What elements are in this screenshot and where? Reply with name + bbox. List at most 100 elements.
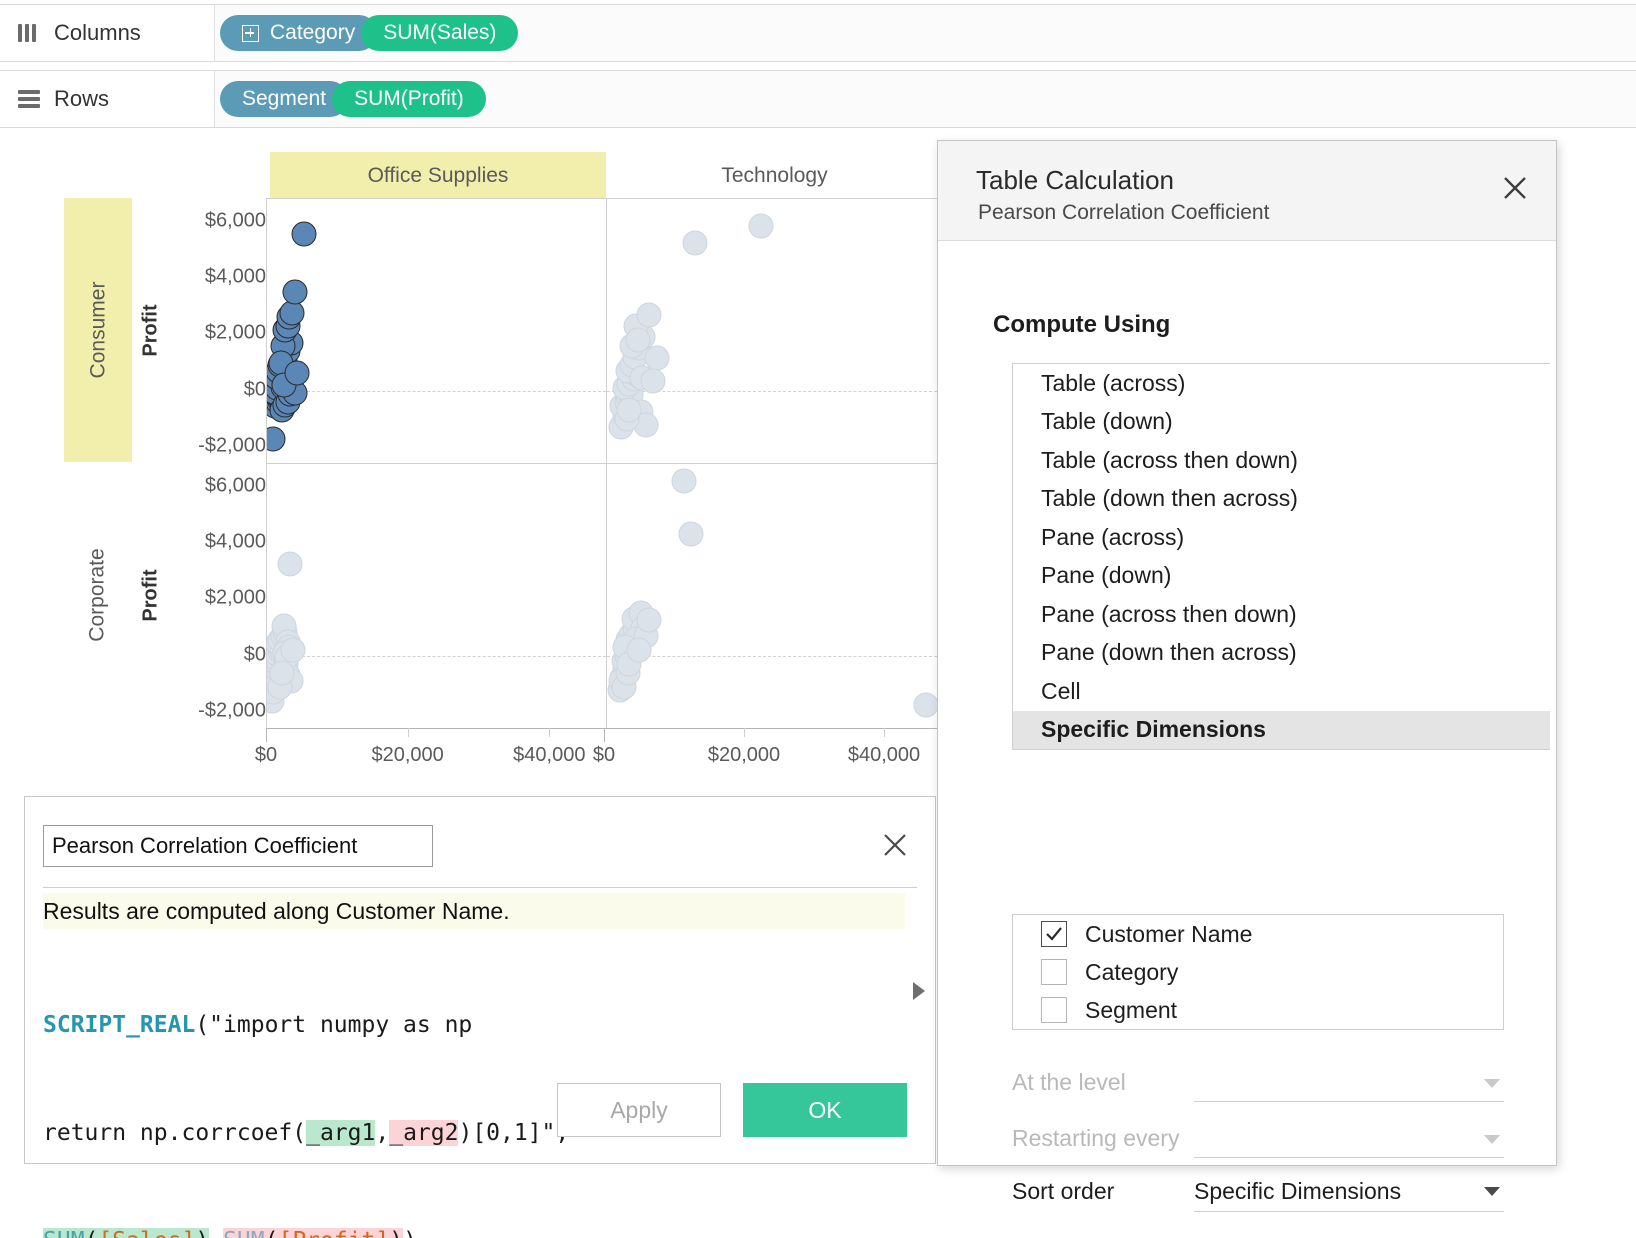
zero-reference-line bbox=[267, 391, 606, 392]
scatter-mark[interactable] bbox=[266, 426, 286, 451]
scatter-mark[interactable] bbox=[672, 468, 697, 493]
scatter-mark[interactable] bbox=[280, 638, 305, 663]
x-tick-label: $40,000 bbox=[513, 744, 585, 767]
row-header-corporate[interactable]: Corporate bbox=[64, 463, 132, 727]
chevron-down-icon[interactable] bbox=[1484, 1079, 1500, 1088]
rows-icon bbox=[18, 90, 40, 108]
x-pane-separator bbox=[266, 728, 267, 742]
compute-option-table-across[interactable]: Table (across) bbox=[1013, 364, 1550, 403]
close-icon[interactable] bbox=[1496, 169, 1534, 207]
y-tick-label: $4,000 bbox=[158, 530, 266, 553]
pill-segment-label: Segment bbox=[242, 87, 326, 111]
x-tick-label: $0 bbox=[255, 744, 277, 767]
compute-using-label: Compute Using bbox=[993, 311, 1170, 339]
sort-order-value[interactable]: Specific Dimensions bbox=[1194, 1178, 1401, 1205]
dimension-row-segment[interactable]: Segment bbox=[1013, 991, 1503, 1029]
checkbox-checked-icon[interactable] bbox=[1041, 921, 1067, 947]
y-axis-ticks-consumer: $6,000$4,000$2,000$0-$2,000 bbox=[158, 198, 266, 463]
pane-corporate-office-supplies: 0.6691 bbox=[266, 463, 606, 728]
compute-option-pane-down-then-across[interactable]: Pane (down then across) bbox=[1013, 634, 1550, 673]
scatter-mark[interactable] bbox=[282, 280, 307, 305]
y-tick-label: $0 bbox=[158, 378, 266, 401]
dimension-row-category[interactable]: Category bbox=[1013, 953, 1503, 991]
ok-button[interactable]: OK bbox=[743, 1083, 907, 1137]
correlation-value-label: 0.7662 bbox=[599, 217, 606, 447]
pill-sum-sales-label: SUM(Sales) bbox=[383, 21, 496, 45]
expand-triangle-icon[interactable] bbox=[913, 982, 925, 1000]
checkbox-icon[interactable] bbox=[1041, 959, 1067, 985]
x-tick-mark bbox=[408, 728, 409, 737]
pill-segment[interactable]: Segment bbox=[220, 81, 348, 117]
scatter-mark[interactable] bbox=[278, 552, 303, 577]
scatter-mark[interactable] bbox=[269, 660, 294, 685]
checkbox-icon[interactable] bbox=[1041, 997, 1067, 1023]
y-tick-label: $0 bbox=[158, 643, 266, 666]
pill-sum-profit[interactable]: SUM(Profit) bbox=[332, 81, 486, 117]
scatter-mark[interactable] bbox=[749, 213, 774, 238]
formula-line-3: SUM([Sales]),SUM([Profit])) bbox=[43, 1223, 905, 1238]
scatter-mark[interactable] bbox=[679, 522, 704, 547]
scatter-mark[interactable] bbox=[640, 368, 665, 393]
y-tick-label: $6,000 bbox=[158, 209, 266, 232]
pane-consumer-office-supplies: 0.7662 bbox=[266, 198, 606, 463]
scatter-mark[interactable] bbox=[637, 608, 662, 633]
pill-category-label: Category bbox=[270, 21, 355, 45]
scatter-mark[interactable] bbox=[637, 302, 662, 327]
at-the-level-field[interactable] bbox=[1194, 1101, 1504, 1102]
compute-option-cell[interactable]: Cell bbox=[1013, 672, 1550, 711]
rows-shelf[interactable]: Rows Segment SUM(Profit) bbox=[0, 70, 1636, 128]
scatter-mark[interactable] bbox=[627, 638, 652, 663]
pill-category[interactable]: Category bbox=[220, 15, 377, 51]
dimension-label: Segment bbox=[1085, 997, 1177, 1024]
x-axis: $0$20,000$40,000$0$20,000$40,000 bbox=[64, 728, 942, 780]
panel-title: Table Calculation bbox=[976, 165, 1174, 196]
column-header-office-supplies[interactable]: Office Supplies bbox=[270, 152, 606, 200]
y-tick-label: $6,000 bbox=[158, 474, 266, 497]
scatter-mark[interactable] bbox=[625, 327, 650, 352]
y-tick-label: -$2,000 bbox=[158, 435, 266, 458]
column-header-technology[interactable]: Technology bbox=[607, 152, 942, 200]
apply-button[interactable]: Apply bbox=[557, 1083, 721, 1137]
columns-shelf-label-box: Columns bbox=[0, 5, 215, 61]
scatter-mark[interactable] bbox=[616, 398, 641, 423]
compute-option-pane-across[interactable]: Pane (across) bbox=[1013, 518, 1550, 557]
compute-option-pane-down[interactable]: Pane (down) bbox=[1013, 557, 1550, 596]
x-tick-mark bbox=[884, 728, 885, 737]
scatter-mark[interactable] bbox=[682, 230, 707, 255]
dimension-row-customer-name[interactable]: Customer Name bbox=[1013, 915, 1503, 953]
compute-option-table-down-then-across[interactable]: Table (down then across) bbox=[1013, 480, 1550, 519]
row-header-consumer[interactable]: Consumer bbox=[64, 198, 132, 462]
x-tick-mark bbox=[744, 728, 745, 737]
chevron-down-icon[interactable] bbox=[1484, 1187, 1500, 1196]
compute-using-list[interactable]: Table (across)Table (down)Table (across … bbox=[1012, 363, 1550, 750]
compute-option-pane-across-then-down[interactable]: Pane (across then down) bbox=[1013, 595, 1550, 634]
chevron-down-icon[interactable] bbox=[1484, 1135, 1500, 1144]
x-tick-label: $20,000 bbox=[372, 744, 444, 767]
editor-divider bbox=[43, 887, 917, 888]
rows-shelf-label-box: Rows bbox=[0, 71, 215, 127]
x-tick-label: $40,000 bbox=[848, 744, 920, 767]
y-axis-ticks-corporate: $6,000$4,000$2,000$0-$2,000 bbox=[158, 463, 266, 728]
compute-option-table-down[interactable]: Table (down) bbox=[1013, 403, 1550, 442]
specific-dimensions-list[interactable]: Customer Name Category Segment bbox=[1012, 914, 1504, 1030]
restarting-every-field[interactable] bbox=[1194, 1157, 1504, 1158]
scatter-mark[interactable] bbox=[279, 301, 304, 326]
rows-pills: Segment SUM(Profit) bbox=[215, 81, 486, 117]
sort-order-field-line bbox=[1194, 1211, 1504, 1212]
calculation-name-input[interactable] bbox=[43, 825, 433, 867]
scatter-mark[interactable] bbox=[284, 361, 309, 386]
close-icon[interactable] bbox=[877, 827, 913, 863]
pill-sum-sales[interactable]: SUM(Sales) bbox=[361, 15, 518, 51]
rows-shelf-label: Rows bbox=[54, 86, 109, 112]
compute-option-specific-dimensions[interactable]: Specific Dimensions bbox=[1013, 711, 1550, 750]
scatter-mark[interactable] bbox=[291, 222, 316, 247]
expand-plus-icon[interactable] bbox=[242, 25, 259, 42]
columns-shelf[interactable]: Columns Category SUM(Sales) bbox=[0, 4, 1636, 62]
y-tick-label: $4,000 bbox=[158, 265, 266, 288]
row-header-corporate-label: Corporate bbox=[86, 548, 110, 641]
correlation-value-label: 0.6691 bbox=[599, 482, 606, 712]
dimension-label: Category bbox=[1085, 959, 1178, 986]
compute-option-table-across-then-down[interactable]: Table (across then down) bbox=[1013, 441, 1550, 480]
pane-consumer-technology: 0.7873 bbox=[606, 198, 942, 463]
zero-reference-line bbox=[607, 656, 942, 657]
